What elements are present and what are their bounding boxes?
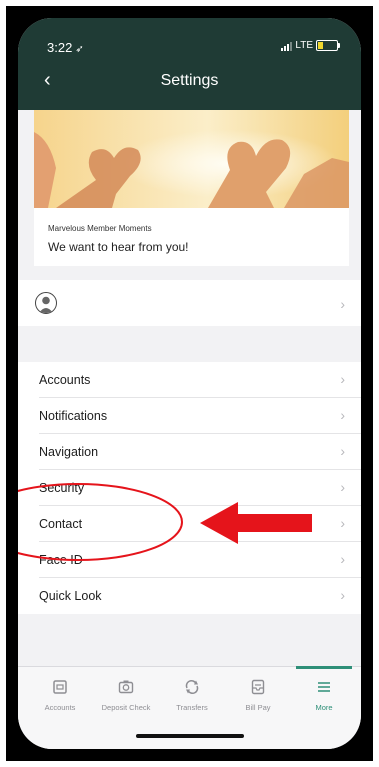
heart-hands-image [34,110,349,208]
banner-heading: We want to hear from you! [48,240,189,254]
header-bar: 3:22 ➶ LTE ‹ Settings [18,18,361,110]
user-avatar-icon [35,292,57,314]
menu-item-label: Quick Look [39,589,102,603]
tab-label: Deposit Check [101,703,151,712]
settings-menu: Accounts › Notifications › Navigation › Sec… [18,362,361,614]
home-indicator[interactable] [136,734,244,738]
chevron-right-icon: › [340,296,345,312]
chevron-right-icon: › [340,371,345,387]
chevron-right-icon: › [340,407,345,423]
chevron-right-icon: › [340,443,345,459]
chevron-right-icon: › [340,515,345,531]
menu-item-label: Navigation [39,445,99,459]
tab-label: More [315,703,333,712]
app-screen: 3:22 ➶ LTE ‹ Settings Marvelous Member M… [18,18,361,749]
bill-pay-icon [251,679,265,695]
signal-icon [281,41,293,51]
profile-row[interactable]: › [18,280,361,326]
menu-item-face-id[interactable]: Face ID › [18,542,361,578]
banner-caption: Marvelous Member Moments [48,224,152,233]
active-tab-indicator [296,666,352,669]
chevron-right-icon: › [340,587,345,603]
network-label: LTE [295,40,313,51]
tab-label: Transfers [176,703,208,712]
menu-item-notifications[interactable]: Notifications › [18,398,361,434]
tab-transfers[interactable]: Transfers [164,667,220,715]
menu-icon [318,682,330,692]
location-arrow-icon: ➶ [75,44,84,55]
menu-item-navigation[interactable]: Navigation › [18,434,361,470]
camera-icon [118,680,134,694]
status-indicators: LTE [281,40,340,51]
menu-item-label: Accounts [39,373,91,387]
page-title: Settings [160,72,219,89]
menu-item-label: Face ID [39,553,83,567]
tab-more[interactable]: More [296,666,352,715]
chevron-right-icon: › [340,479,345,495]
menu-item-quick-look[interactable]: Quick Look › [18,578,361,614]
tab-deposit-check[interactable]: Deposit Check [98,667,154,715]
chevron-right-icon: › [340,551,345,567]
transfers-icon [185,679,199,695]
tab-accounts[interactable]: Accounts [32,667,88,715]
tab-label: Accounts [44,703,76,712]
menu-item-label: Contact [39,517,83,531]
menu-item-label: Notifications [39,409,108,423]
accounts-icon [53,680,67,694]
tab-label: Bill Pay [245,703,271,712]
menu-item-security[interactable]: Security › [18,470,361,506]
battery-icon [316,40,340,51]
menu-item-accounts[interactable]: Accounts › [18,362,361,398]
promo-banner[interactable]: Marvelous Member Moments We want to hear… [34,110,349,266]
menu-item-contact[interactable]: Contact › [18,506,361,542]
tab-bill-pay[interactable]: Bill Pay [230,667,286,715]
menu-item-label: Security [39,481,85,495]
status-time: 3:22 ➶ [47,40,84,55]
